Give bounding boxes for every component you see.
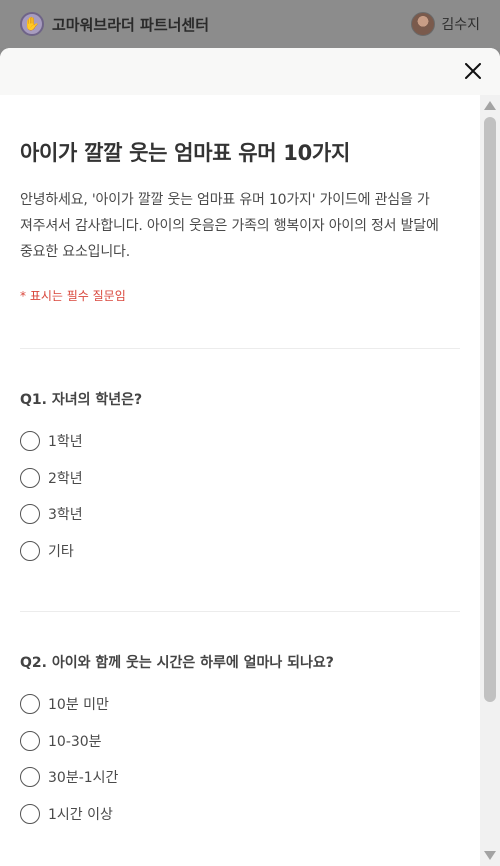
radio-button[interactable] [20, 767, 40, 788]
user-name: 김수지 [441, 17, 480, 33]
user-profile[interactable]: 김수지 [411, 12, 480, 36]
option-item[interactable]: 10-30분 [20, 723, 440, 760]
scrollbar[interactable] [480, 95, 500, 866]
option-item[interactable]: 1학년 [20, 423, 440, 460]
radio-button[interactable] [20, 504, 40, 525]
scroll-down-arrow-icon[interactable] [484, 851, 496, 860]
scroll-up-arrow-icon[interactable] [484, 101, 496, 110]
radio-button[interactable] [20, 730, 40, 751]
options-list: 10분 미만 10-30분 30분-1시간 1시간 이상 [20, 686, 440, 832]
divider [20, 348, 460, 349]
option-label: 3학년 [48, 507, 83, 524]
question-block-q1: Q1. 자녀의 학년은? 1학년 2학년 3학년 기타 [20, 389, 440, 569]
option-label: 30분-1시간 [48, 770, 119, 787]
option-item[interactable]: 3학년 [20, 496, 440, 533]
option-item[interactable]: 10분 미만 [20, 686, 440, 723]
option-label: 2학년 [48, 470, 83, 487]
option-label: 1학년 [48, 434, 83, 451]
survey-intro: 안녕하세요, '아이가 깔깔 웃는 엄마표 유머 10가지' 가이드에 관심을 … [20, 192, 439, 260]
option-item[interactable]: 30분-1시간 [20, 759, 440, 796]
question-label: Q1. 자녀의 학년은? [20, 392, 143, 408]
radio-button[interactable] [20, 431, 40, 452]
radio-button[interactable] [20, 467, 40, 488]
avatar [411, 12, 436, 36]
scrollbar-thumb[interactable] [484, 117, 496, 702]
radio-button[interactable] [20, 540, 40, 561]
option-label: 1시간 이상 [48, 806, 113, 823]
brand-name: 고마워브라더 파트너센터 [52, 15, 210, 34]
question-label: Q2. 아이와 함께 웃는 시간은 하루에 얼마나 되나요? [20, 655, 334, 671]
radio-button[interactable] [20, 694, 40, 715]
survey-title: 아이가 깔깔 웃는 엄마표 유머 10가지 [20, 141, 350, 165]
background-header: ✋ 고마워브라더 파트너센터 김수지 [0, 0, 500, 48]
option-item[interactable]: 1시간 이상 [20, 796, 440, 833]
brand[interactable]: ✋ 고마워브라더 파트너센터 [20, 12, 209, 36]
option-label: 10-30분 [48, 733, 102, 750]
survey-modal: 아이가 깔깔 웃는 엄마표 유머 10가지 안녕하세요, '아이가 깔깔 웃는 … [0, 48, 500, 866]
modal-header [0, 48, 500, 95]
option-label: 기타 [48, 543, 74, 560]
option-item[interactable]: 2학년 [20, 460, 440, 497]
close-icon [465, 63, 481, 79]
required-note: * 표시는 필수 질문임 [20, 289, 126, 303]
option-item[interactable]: 기타 [20, 533, 440, 570]
hand-logo-icon: ✋ [20, 12, 44, 36]
question-block-q2: Q2. 아이와 함께 웃는 시간은 하루에 얼마나 되나요? 10분 미만 10… [20, 652, 440, 832]
divider [20, 611, 460, 612]
close-button[interactable] [460, 58, 486, 84]
radio-button[interactable] [20, 803, 40, 824]
options-list: 1학년 2학년 3학년 기타 [20, 423, 440, 569]
modal-content: 아이가 깔깔 웃는 엄마표 유머 10가지 안녕하세요, '아이가 깔깔 웃는 … [0, 95, 480, 866]
option-label: 10분 미만 [48, 697, 109, 714]
